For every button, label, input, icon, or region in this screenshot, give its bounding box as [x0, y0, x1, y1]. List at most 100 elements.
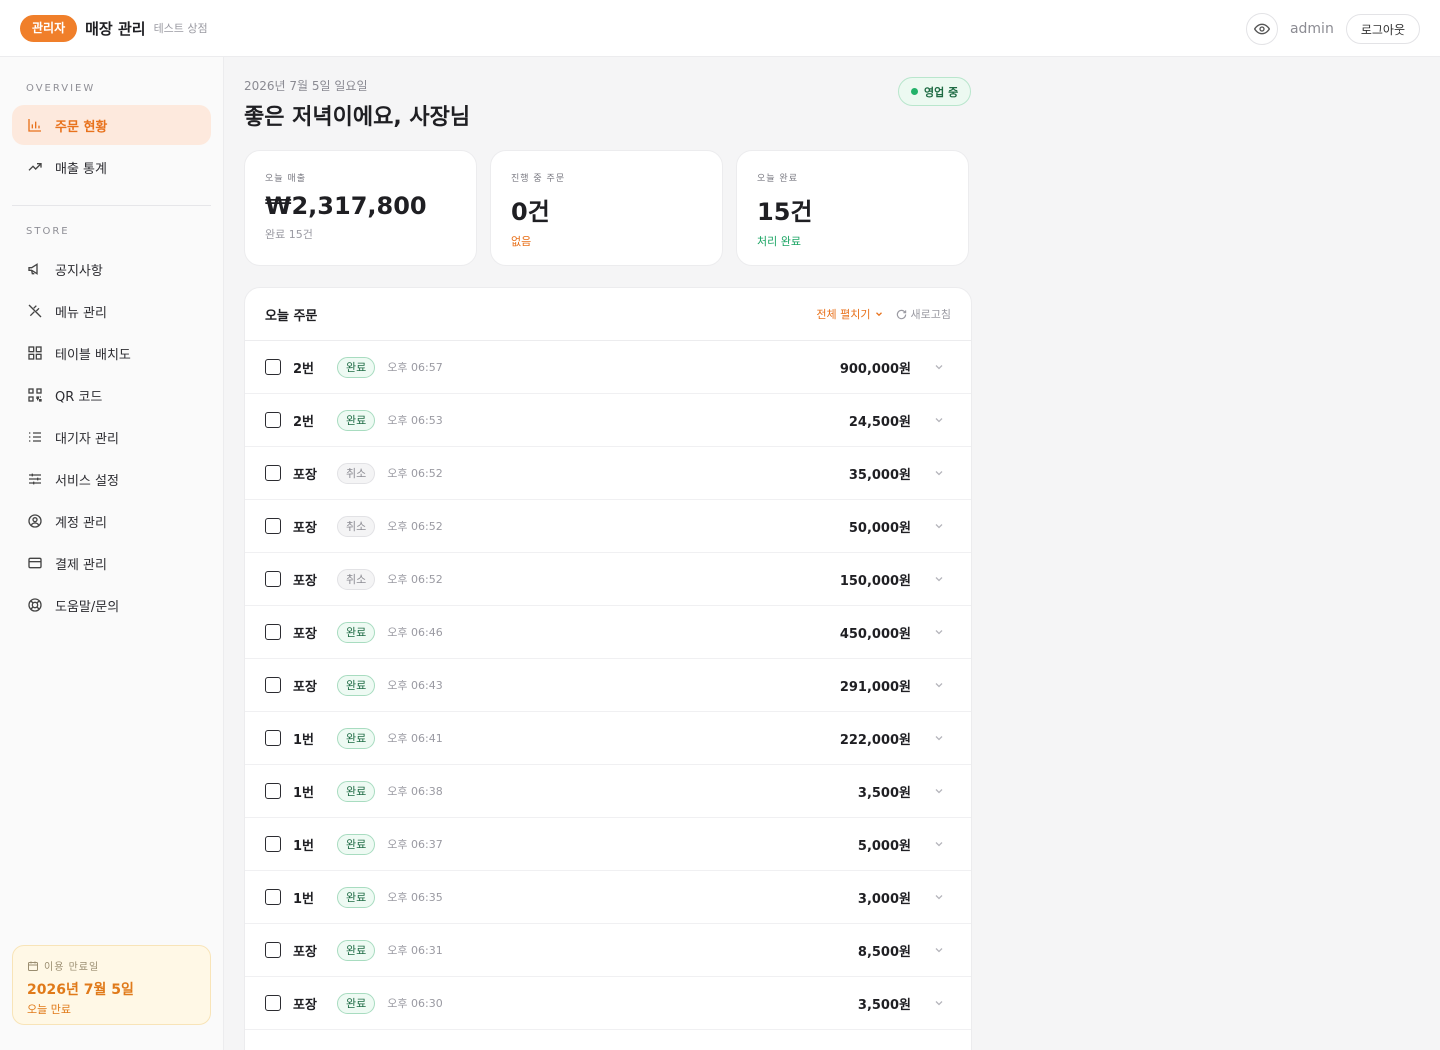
chevron-down-icon [875, 312, 882, 317]
expand-all-button[interactable]: 전체 펼치기 [816, 306, 883, 322]
order-status-badge: 완료 [337, 886, 376, 908]
sidebar-item-payment[interactable]: 결제 관리 [12, 543, 211, 583]
chevron-down-icon[interactable] [933, 467, 945, 479]
sidebar-item-service-settings[interactable]: 서비스 설정 [12, 459, 211, 499]
preview-button[interactable] [1245, 13, 1278, 45]
order-time: 오후 06:30 [387, 997, 443, 1010]
sidebar-item-notice[interactable]: 공지사항 [12, 249, 211, 289]
eye-icon [1253, 23, 1270, 35]
order-amount: 24,500원 [848, 414, 911, 430]
sidebar-item-label: 테이블 배치도 [55, 347, 131, 363]
row-checkbox[interactable] [265, 677, 281, 693]
user-circle-icon [26, 512, 44, 530]
order-table-name: 2번 [293, 361, 315, 377]
order-status-badge: 완료 [337, 780, 376, 802]
row-checkbox[interactable] [265, 624, 281, 640]
sidebar-item-sales-stats[interactable]: 매출 통계 [12, 147, 211, 187]
order-amount: 35,000원 [848, 467, 911, 483]
chevron-down-icon[interactable] [933, 520, 945, 532]
top-right-controls: admin 로그아웃 [1245, 13, 1420, 45]
chevron-down-icon[interactable] [933, 573, 945, 585]
order-table-name: 1번 [293, 891, 315, 907]
card-value: ₩2,317,800 [265, 192, 427, 220]
table-row[interactable]: 포장 완료 오후 06:43 291,000원 [245, 659, 971, 712]
chevron-down-icon[interactable] [933, 732, 945, 744]
current-date: 2026년 7월 5일 일요일 [244, 79, 368, 93]
chevron-down-icon[interactable] [933, 626, 945, 638]
order-status-badge: 완료 [337, 727, 376, 749]
table-row[interactable]: 1번 완료 오후 06:35 3,000원 [245, 871, 971, 924]
row-checkbox[interactable] [265, 730, 281, 746]
row-checkbox[interactable] [265, 836, 281, 852]
order-time: 오후 06:37 [387, 838, 443, 851]
order-amount: 450,000원 [839, 626, 911, 642]
row-checkbox[interactable] [265, 783, 281, 799]
table-row[interactable]: 포장 취소 오후 06:52 50,000원 [245, 500, 971, 553]
row-checkbox[interactable] [265, 465, 281, 481]
row-checkbox[interactable] [265, 889, 281, 905]
sidebar-item-label: 도움말/문의 [55, 599, 120, 615]
sidebar-item-orders[interactable]: 주문 현황 [12, 105, 211, 145]
sidebar-item-label: 대기자 관리 [55, 431, 119, 447]
order-time: 오후 06:38 [387, 785, 443, 798]
card-sub: 완료 15건 [265, 228, 313, 241]
chevron-down-icon[interactable] [933, 414, 945, 426]
row-checkbox[interactable] [265, 412, 281, 428]
table-row[interactable]: 1번 완료 오후 06:41 222,000원 [245, 712, 971, 765]
row-checkbox[interactable] [265, 518, 281, 534]
order-time: 오후 06:31 [387, 944, 443, 957]
sidebar-item-label: 메뉴 관리 [55, 305, 107, 321]
refresh-label: 새로고침 [910, 308, 951, 321]
chevron-down-icon[interactable] [933, 944, 945, 956]
chevron-down-icon[interactable] [933, 891, 945, 903]
sidebar-item-waitlist[interactable]: 대기자 관리 [12, 417, 211, 457]
order-amount: 150,000원 [839, 573, 911, 589]
sidebar-item-label: 공지사항 [55, 263, 103, 279]
card-sub: 처리 완료 [757, 235, 801, 248]
sidebar-item-label: 매출 통계 [55, 161, 107, 177]
chevron-down-icon[interactable] [933, 785, 945, 797]
table-row[interactable]: 포장 완료 오후 06:31 8,500원 [245, 924, 971, 977]
expiry-notice: 이용 만료일 2026년 7월 5일 오늘 만료 [12, 945, 211, 1025]
card-today-sales: 오늘 매출 ₩2,317,800 완료 15건 [244, 150, 477, 266]
row-checkbox[interactable] [265, 571, 281, 587]
table-row[interactable]: 1번 완료 오후 06:37 5,000원 [245, 818, 971, 871]
table-row[interactable]: 2번 완료 오후 06:57 900,000원 [245, 341, 971, 394]
sidebar-item-menu[interactable]: 메뉴 관리 [12, 291, 211, 331]
table-row[interactable]: 포장 완료 오후 06:46 450,000원 [245, 606, 971, 659]
order-time: 오후 06:52 [387, 520, 443, 533]
expand-all-label: 전체 펼치기 [816, 308, 871, 321]
chevron-down-icon[interactable] [933, 838, 945, 850]
row-checkbox[interactable] [265, 995, 281, 1011]
chevron-down-icon[interactable] [933, 679, 945, 691]
refresh-icon [896, 309, 906, 319]
table-row[interactable]: 포장 취소 오후 06:52 150,000원 [245, 553, 971, 606]
order-time: 오후 06:52 [387, 467, 443, 480]
row-checkbox[interactable] [265, 359, 281, 375]
order-time: 오후 06:46 [387, 626, 443, 639]
refresh-button[interactable]: 새로고침 [896, 306, 951, 322]
megaphone-icon [26, 260, 44, 278]
chevron-down-icon[interactable] [933, 997, 945, 1009]
row-checkbox[interactable] [265, 942, 281, 958]
sidebar-item-table-layout[interactable]: 테이블 배치도 [12, 333, 211, 373]
orders-panel: 오늘 주문 전체 펼치기 새로고침 2번 완료 오후 06:57 900,000원 2번… [244, 287, 972, 1050]
sidebar-section-store: STORE [26, 226, 70, 237]
order-table-name: 1번 [293, 732, 315, 748]
sidebar-item-help[interactable]: 도움말/문의 [12, 585, 211, 625]
user-name: admin [1289, 21, 1334, 37]
chevron-down-icon[interactable] [933, 361, 945, 373]
order-amount: 3,500원 [857, 785, 911, 801]
table-row[interactable]: 포장 취소 오후 06:52 35,000원 [245, 447, 971, 500]
table-row[interactable]: 포장 완료 오후 06:30 3,500원 [245, 977, 971, 1030]
order-table-name: 1번 [293, 785, 315, 801]
table-row[interactable]: 2번 완료 오후 06:53 24,500원 [245, 394, 971, 447]
calendar-icon [28, 961, 38, 971]
logout-button[interactable]: 로그아웃 [1345, 14, 1420, 44]
sidebar-item-account[interactable]: 계정 관리 [12, 501, 211, 541]
sidebar-item-qr-code[interactable]: QR 코드 [12, 375, 211, 415]
order-status-badge: 완료 [337, 621, 376, 643]
orders-actions: 전체 펼치기 새로고침 [816, 306, 951, 322]
card-today-completed: 오늘 완료 15건 처리 완료 [736, 150, 969, 266]
table-row[interactable]: 1번 완료 오후 06:38 3,500원 [245, 765, 971, 818]
